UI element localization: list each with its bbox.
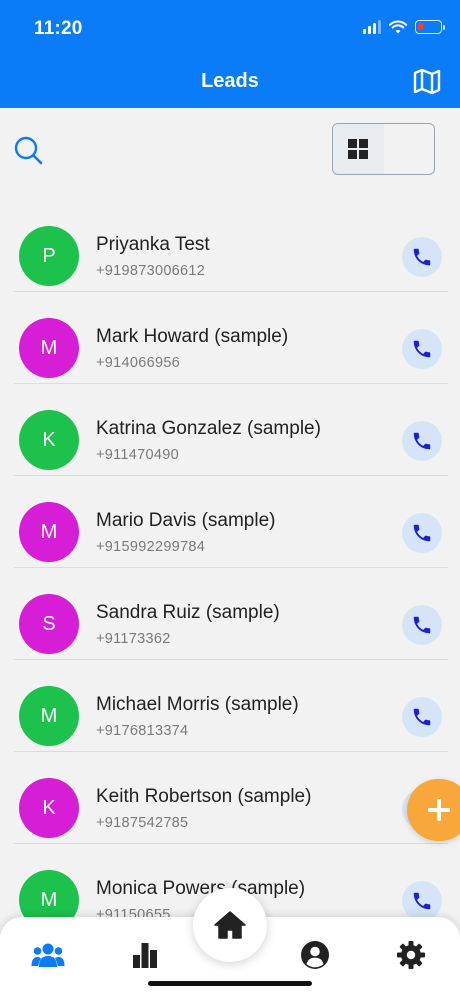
phone-icon (413, 524, 431, 542)
nav-account[interactable] (295, 935, 335, 975)
call-button[interactable] (402, 237, 442, 277)
lead-phone: +915992299784 (96, 539, 206, 555)
search-icon[interactable] (12, 134, 44, 166)
avatar: K (19, 778, 79, 838)
account-icon (301, 941, 329, 969)
call-button[interactable] (402, 697, 442, 737)
lead-row[interactable]: K Katrina Gonzalez (sample) +911470490 (0, 384, 460, 476)
lead-name: Michael Morris (sample) (96, 694, 299, 715)
grid-icon (348, 139, 369, 159)
lead-phone: +911470490 (96, 447, 179, 463)
call-button[interactable] (402, 605, 442, 645)
phone-icon (413, 432, 431, 450)
app-header: 11:20 Leads (0, 0, 460, 108)
nav-leads[interactable] (28, 935, 68, 975)
cellular-signal-icon (363, 20, 381, 34)
status-icons (363, 20, 445, 34)
lead-phone: +914066956 (96, 355, 181, 371)
bar-chart-icon (133, 943, 157, 968)
call-button[interactable] (402, 421, 442, 461)
grid-view-button[interactable] (333, 124, 384, 174)
lead-phone: +9176813374 (96, 723, 189, 739)
lead-row[interactable]: P Priyanka Test +919873006612 (0, 200, 460, 292)
call-button[interactable] (402, 881, 442, 921)
avatar: K (19, 410, 79, 470)
lead-phone: +919873006612 (96, 263, 206, 279)
lead-name: Mark Howard (sample) (96, 326, 289, 347)
lead-row[interactable]: M Mario Davis (sample) +915992299784 (0, 476, 460, 568)
lead-row[interactable]: K Keith Robertson (sample) +9187542785 (0, 752, 460, 844)
lead-name: Sandra Ruiz (sample) (96, 602, 280, 623)
plus-icon (428, 799, 450, 821)
nav-home[interactable] (193, 888, 267, 962)
avatar: S (19, 594, 79, 654)
people-icon (31, 943, 65, 967)
avatar: P (19, 226, 79, 286)
lead-name: Monica Powers (sample) (96, 878, 306, 899)
status-time: 11:20 (34, 18, 83, 39)
home-icon (214, 911, 246, 939)
lead-name: Katrina Gonzalez (sample) (96, 418, 321, 439)
avatar: M (19, 318, 79, 378)
phone-icon (413, 340, 431, 358)
avatar: M (19, 502, 79, 562)
avatar: M (19, 686, 79, 746)
lead-row[interactable]: M Michael Morris (sample) +9176813374 (0, 660, 460, 752)
add-lead-button[interactable] (407, 779, 460, 841)
nav-reports[interactable] (125, 935, 165, 975)
phone-icon (413, 892, 431, 910)
lead-row[interactable]: M Mark Howard (sample) +914066956 (0, 292, 460, 384)
map-icon[interactable] (412, 66, 442, 96)
call-button[interactable] (402, 513, 442, 553)
phone-icon (413, 708, 431, 726)
lead-row[interactable]: S Sandra Ruiz (sample) +91173362 (0, 568, 460, 660)
nav-settings[interactable] (391, 935, 431, 975)
lead-name: Priyanka Test (96, 234, 210, 255)
battery-icon (415, 20, 445, 34)
gear-icon (397, 941, 425, 969)
home-indicator (148, 981, 312, 986)
call-button[interactable] (402, 329, 442, 369)
page-title: Leads (201, 70, 259, 92)
view-mode-toggle (332, 123, 435, 175)
phone-icon (413, 616, 431, 634)
lead-name: Mario Davis (sample) (96, 510, 276, 531)
leads-list: P Priyanka Test +919873006612 M Mark How… (0, 200, 460, 936)
wifi-icon (389, 20, 407, 34)
phone-icon (413, 248, 431, 266)
lead-phone: +9187542785 (96, 815, 189, 831)
lead-phone: +91173362 (96, 631, 171, 647)
lead-name: Keith Robertson (sample) (96, 786, 312, 807)
